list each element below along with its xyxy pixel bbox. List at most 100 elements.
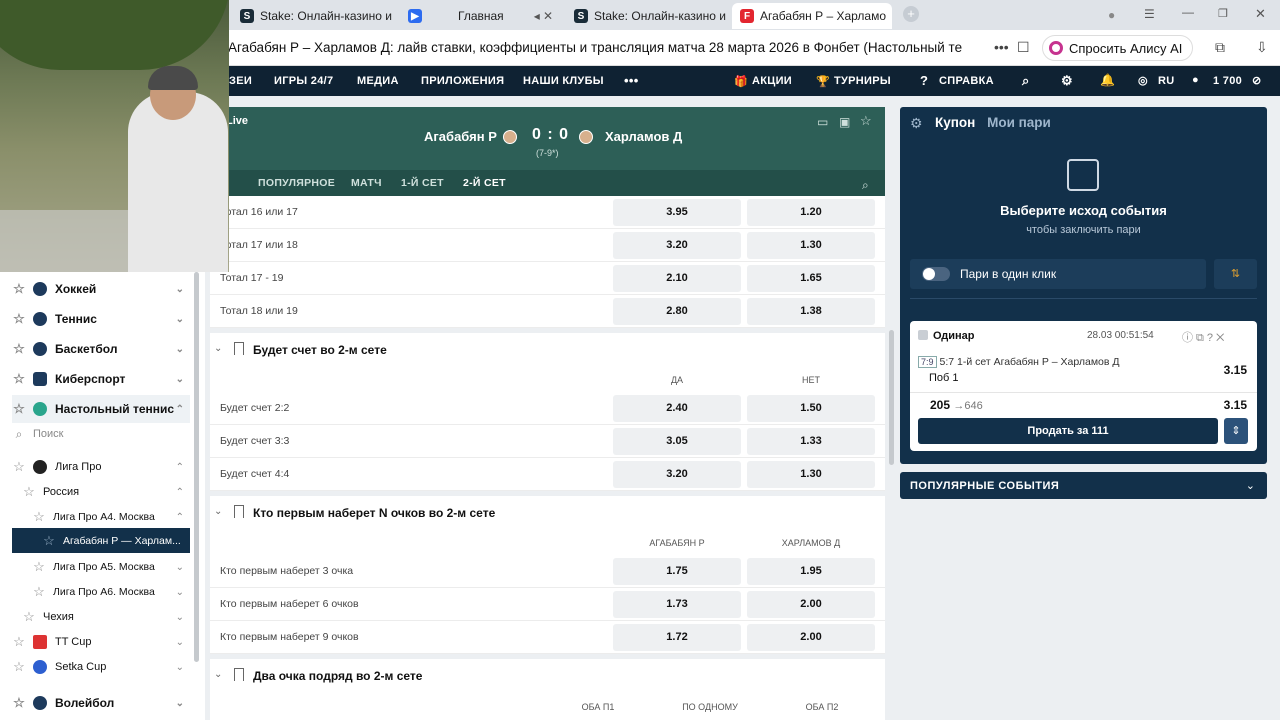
- browser-tab[interactable]: S Stake: Онлайн-казино и с: [232, 3, 392, 29]
- one-click-toggle-row[interactable]: Пари в один клик: [910, 259, 1206, 289]
- minimize-icon[interactable]: —: [1182, 5, 1194, 19]
- tab-coupon[interactable]: Купон: [935, 115, 975, 130]
- odd-button[interactable]: 2.80: [613, 298, 741, 325]
- browser-tab[interactable]: ▶ Главная ◂ ✕: [400, 3, 556, 29]
- gear-icon[interactable]: ⚙: [1061, 73, 1073, 89]
- market-section-header[interactable]: ⌄ Будет счет во 2-м сете: [210, 333, 885, 367]
- star-icon[interactable]: ☆: [12, 459, 26, 475]
- star-icon[interactable]: ☆: [22, 609, 36, 625]
- tab-match[interactable]: МАТЧ: [351, 177, 382, 189]
- new-tab-icon[interactable]: +: [903, 6, 919, 22]
- odd-button[interactable]: 2.10: [613, 265, 741, 292]
- extensions-icon[interactable]: ⧉: [1215, 39, 1225, 56]
- balance[interactable]: 1 700: [1213, 75, 1242, 87]
- sidebar-item-hockey[interactable]: ☆ Хоккей ⌄: [12, 275, 190, 303]
- bookmark-icon[interactable]: [234, 668, 244, 681]
- market-scrollbar[interactable]: [889, 330, 894, 465]
- tree-item-tt-cup[interactable]: ☆ TT Cup ⌄: [12, 628, 190, 656]
- sidebar-item-table-tennis[interactable]: ☆ Настольный теннис ⌃: [12, 395, 190, 423]
- star-icon[interactable]: ☆: [12, 695, 26, 711]
- star-icon[interactable]: ☆: [42, 533, 56, 549]
- sidebar-item-esports[interactable]: ☆ Киберспорт ⌄: [12, 365, 190, 393]
- language-selector[interactable]: RU: [1158, 75, 1175, 87]
- odd-button[interactable]: 2.40: [613, 395, 741, 422]
- bell-icon[interactable]: 🔔: [1100, 73, 1115, 87]
- favorite-star-icon[interactable]: ☆: [860, 113, 872, 129]
- tab-popular[interactable]: ПОПУЛЯРНОЕ: [258, 177, 335, 189]
- search-icon[interactable]: ⌕: [1022, 73, 1030, 89]
- odd-button[interactable]: 1.38: [747, 298, 875, 325]
- tree-item-liga-pro[interactable]: ☆ Лига Про ⌃: [12, 453, 190, 481]
- star-icon[interactable]: ☆: [32, 509, 46, 525]
- search-icon[interactable]: ⌕: [862, 178, 869, 193]
- profile-icon[interactable]: ●: [1108, 8, 1115, 22]
- star-icon[interactable]: ☆: [32, 584, 46, 600]
- nav-item-media[interactable]: МЕДИА: [357, 75, 399, 87]
- odd-button[interactable]: 3.05: [613, 428, 741, 455]
- menu-icon[interactable]: ☰: [1144, 7, 1155, 21]
- nav-item-games[interactable]: ИГРЫ 24/7: [274, 75, 333, 87]
- bookmark-icon[interactable]: [234, 505, 244, 518]
- sidebar-search[interactable]: ⌕ Поиск: [12, 420, 190, 448]
- sell-button[interactable]: Продать за 111: [918, 418, 1218, 444]
- downloads-icon[interactable]: ⇩: [1256, 39, 1268, 56]
- tab-my-bets[interactable]: Мои пари: [987, 115, 1051, 130]
- close-window-icon[interactable]: ✕: [1255, 6, 1266, 22]
- odd-button[interactable]: 1.73: [613, 591, 741, 618]
- more-icon[interactable]: •••: [994, 39, 1009, 55]
- tree-item-russia[interactable]: ☆ Россия ⌃: [12, 478, 190, 506]
- one-click-toggle[interactable]: [922, 267, 950, 281]
- odd-button[interactable]: 1.33: [747, 428, 875, 455]
- star-icon[interactable]: ☆: [12, 311, 26, 327]
- odd-button[interactable]: 2.00: [747, 591, 875, 618]
- slip-actions-icon[interactable]: ⓘ⧉?✕: [1182, 329, 1227, 345]
- sidebar-scrollbar[interactable]: [194, 272, 199, 662]
- gear-icon[interactable]: ⚙: [910, 115, 923, 132]
- layout-icon[interactable]: ▭: [817, 115, 828, 129]
- star-icon[interactable]: ☆: [12, 659, 26, 675]
- odd-button[interactable]: 1.65: [747, 265, 875, 292]
- star-icon[interactable]: ☆: [12, 634, 26, 650]
- search-input[interactable]: Поиск: [33, 428, 63, 440]
- star-icon[interactable]: ☆: [32, 559, 46, 575]
- star-icon[interactable]: ☆: [12, 401, 26, 417]
- odd-button[interactable]: 1.30: [747, 232, 875, 259]
- odd-button[interactable]: 3.95: [613, 199, 741, 226]
- nav-help[interactable]: СПРАВКА: [939, 75, 994, 87]
- odd-button[interactable]: 1.95: [747, 558, 875, 585]
- tab-set-1[interactable]: 1-Й СЕТ: [401, 177, 444, 189]
- odd-button[interactable]: 3.20: [613, 461, 741, 488]
- star-icon[interactable]: ☆: [12, 371, 26, 387]
- tab-set-2[interactable]: 2-Й СЕТ: [459, 177, 510, 198]
- bookmark-icon[interactable]: ☐: [1017, 39, 1030, 56]
- tree-item-a6[interactable]: ☆ Лига Про А6. Москва ⌄: [12, 578, 190, 606]
- tree-item-a5[interactable]: ☆ Лига Про А5. Москва ⌄: [12, 553, 190, 581]
- restore-icon[interactable]: ❐: [1218, 7, 1228, 20]
- nav-item[interactable]: ЗЕИ: [229, 75, 252, 87]
- sidebar-item-tennis[interactable]: ☆ Теннис ⌄: [12, 305, 190, 333]
- odd-button[interactable]: 2.00: [747, 624, 875, 651]
- nav-promo[interactable]: АКЦИИ: [752, 75, 792, 87]
- popular-events-bar[interactable]: ПОПУЛЯРНЫЕ СОБЫТИЯ ⌄: [900, 472, 1267, 499]
- tree-item-czech[interactable]: ☆ Чехия ⌄: [12, 603, 190, 631]
- ask-alice-button[interactable]: Спросить Алису AI: [1042, 35, 1194, 61]
- sidebar-item-volleyball[interactable]: ☆ Волейбол ⌄: [12, 689, 190, 717]
- star-icon[interactable]: ☆: [22, 484, 36, 500]
- bookmark-icon[interactable]: [234, 342, 244, 355]
- mute-icon[interactable]: ◂ ✕: [534, 9, 553, 23]
- market-section-header[interactable]: ⌄ Два очка подряд во 2-м сете: [210, 659, 885, 693]
- browser-tab-active[interactable]: F Агабабян Р – Харламо ✕: [732, 3, 892, 29]
- tree-item-current-match[interactable]: ☆ Агабабян Р — Харлам...: [12, 528, 190, 553]
- market-section-header[interactable]: ⌄ Кто первым наберет N очков во 2-м сете: [210, 496, 885, 530]
- nav-item-clubs[interactable]: НАШИ КЛУБЫ: [523, 75, 604, 87]
- stats-icon[interactable]: ▣: [839, 115, 850, 129]
- odd-button[interactable]: 1.50: [747, 395, 875, 422]
- sell-options-icon[interactable]: ⇕: [1224, 418, 1248, 444]
- nav-tournaments[interactable]: ТУРНИРЫ: [834, 75, 891, 87]
- sidebar-item-basketball[interactable]: ☆ Баскетбол ⌄: [12, 335, 190, 363]
- star-icon[interactable]: ☆: [12, 281, 26, 297]
- tree-item-a4[interactable]: ☆ Лига Про А4. Москва ⌃: [12, 503, 190, 531]
- odd-button[interactable]: 1.30: [747, 461, 875, 488]
- odds-change-icon[interactable]: ⇅: [1214, 259, 1257, 289]
- nav-item-apps[interactable]: ПРИЛОЖЕНИЯ: [421, 75, 504, 87]
